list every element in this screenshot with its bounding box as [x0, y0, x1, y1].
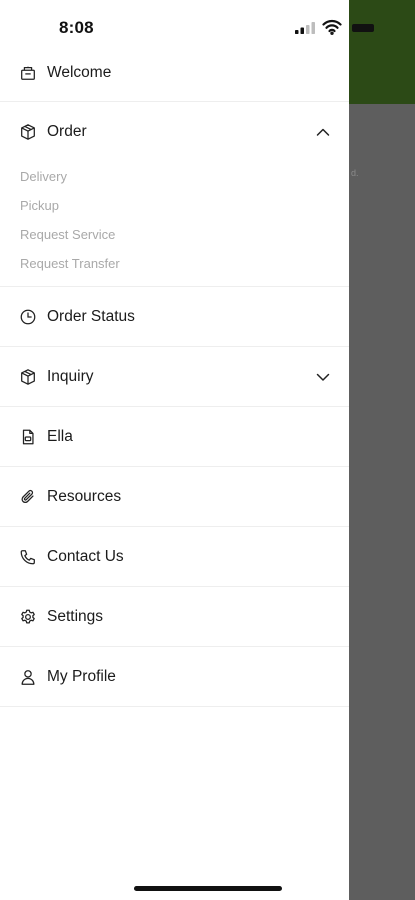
- battery-icon: [352, 24, 374, 32]
- package-icon: [18, 367, 38, 387]
- package-icon: [18, 122, 38, 142]
- user-icon: [18, 667, 38, 687]
- menu-item-my-profile-label: My Profile: [47, 667, 116, 685]
- menu-item-resources-label: Resources: [47, 487, 122, 505]
- paperclip-icon: [18, 487, 38, 507]
- menu-item-inquiry[interactable]: Inquiry: [0, 347, 349, 407]
- status-bar: 8:08: [0, 0, 415, 50]
- menu-item-ella[interactable]: Ella: [0, 407, 349, 467]
- background-partial-text: d.: [351, 168, 359, 178]
- store-icon: [18, 63, 38, 83]
- menu-item-settings-label: Settings: [47, 607, 104, 625]
- phone-icon: [18, 547, 38, 567]
- menu-item-ella-label: Ella: [47, 427, 73, 445]
- menu-item-order-label: Order: [47, 123, 87, 140]
- chevron-down-icon[interactable]: [315, 369, 331, 385]
- home-indicator[interactable]: [134, 886, 282, 891]
- status-time: 8:08: [59, 18, 94, 37]
- chat-document-icon: [18, 427, 38, 447]
- submenu-item-request-service[interactable]: Request Service: [20, 220, 349, 249]
- menu-item-my-profile[interactable]: My Profile: [0, 647, 349, 707]
- submenu-item-request-transfer[interactable]: Request Transfer: [20, 249, 349, 278]
- drawer-menu: Welcome Order Delivery Pickup Request Se…: [0, 44, 349, 707]
- submenu-item-delivery[interactable]: Delivery: [20, 162, 349, 191]
- menu-item-contact-us[interactable]: Contact Us: [0, 527, 349, 587]
- menu-item-order-status-label: Order Status: [47, 307, 135, 325]
- menu-item-settings[interactable]: Settings: [0, 587, 349, 647]
- cellular-signal-icon: [295, 22, 315, 34]
- order-submenu: Delivery Pickup Request Service Request …: [0, 162, 349, 287]
- menu-item-resources[interactable]: Resources: [0, 467, 349, 527]
- menu-item-contact-us-label: Contact Us: [47, 547, 124, 565]
- navigation-drawer: Welcome Order Delivery Pickup Request Se…: [0, 0, 349, 900]
- submenu-item-pickup[interactable]: Pickup: [20, 191, 349, 220]
- menu-item-welcome[interactable]: Welcome: [0, 44, 349, 102]
- gear-icon: [18, 607, 38, 627]
- menu-item-order-status[interactable]: Order Status: [0, 287, 349, 347]
- menu-item-welcome-label: Welcome: [47, 63, 112, 81]
- menu-item-inquiry-label: Inquiry: [47, 367, 94, 385]
- wifi-icon: [322, 19, 342, 35]
- menu-item-order[interactable]: Order: [0, 102, 349, 162]
- chevron-up-icon[interactable]: [315, 124, 331, 140]
- clock-icon: [18, 307, 38, 327]
